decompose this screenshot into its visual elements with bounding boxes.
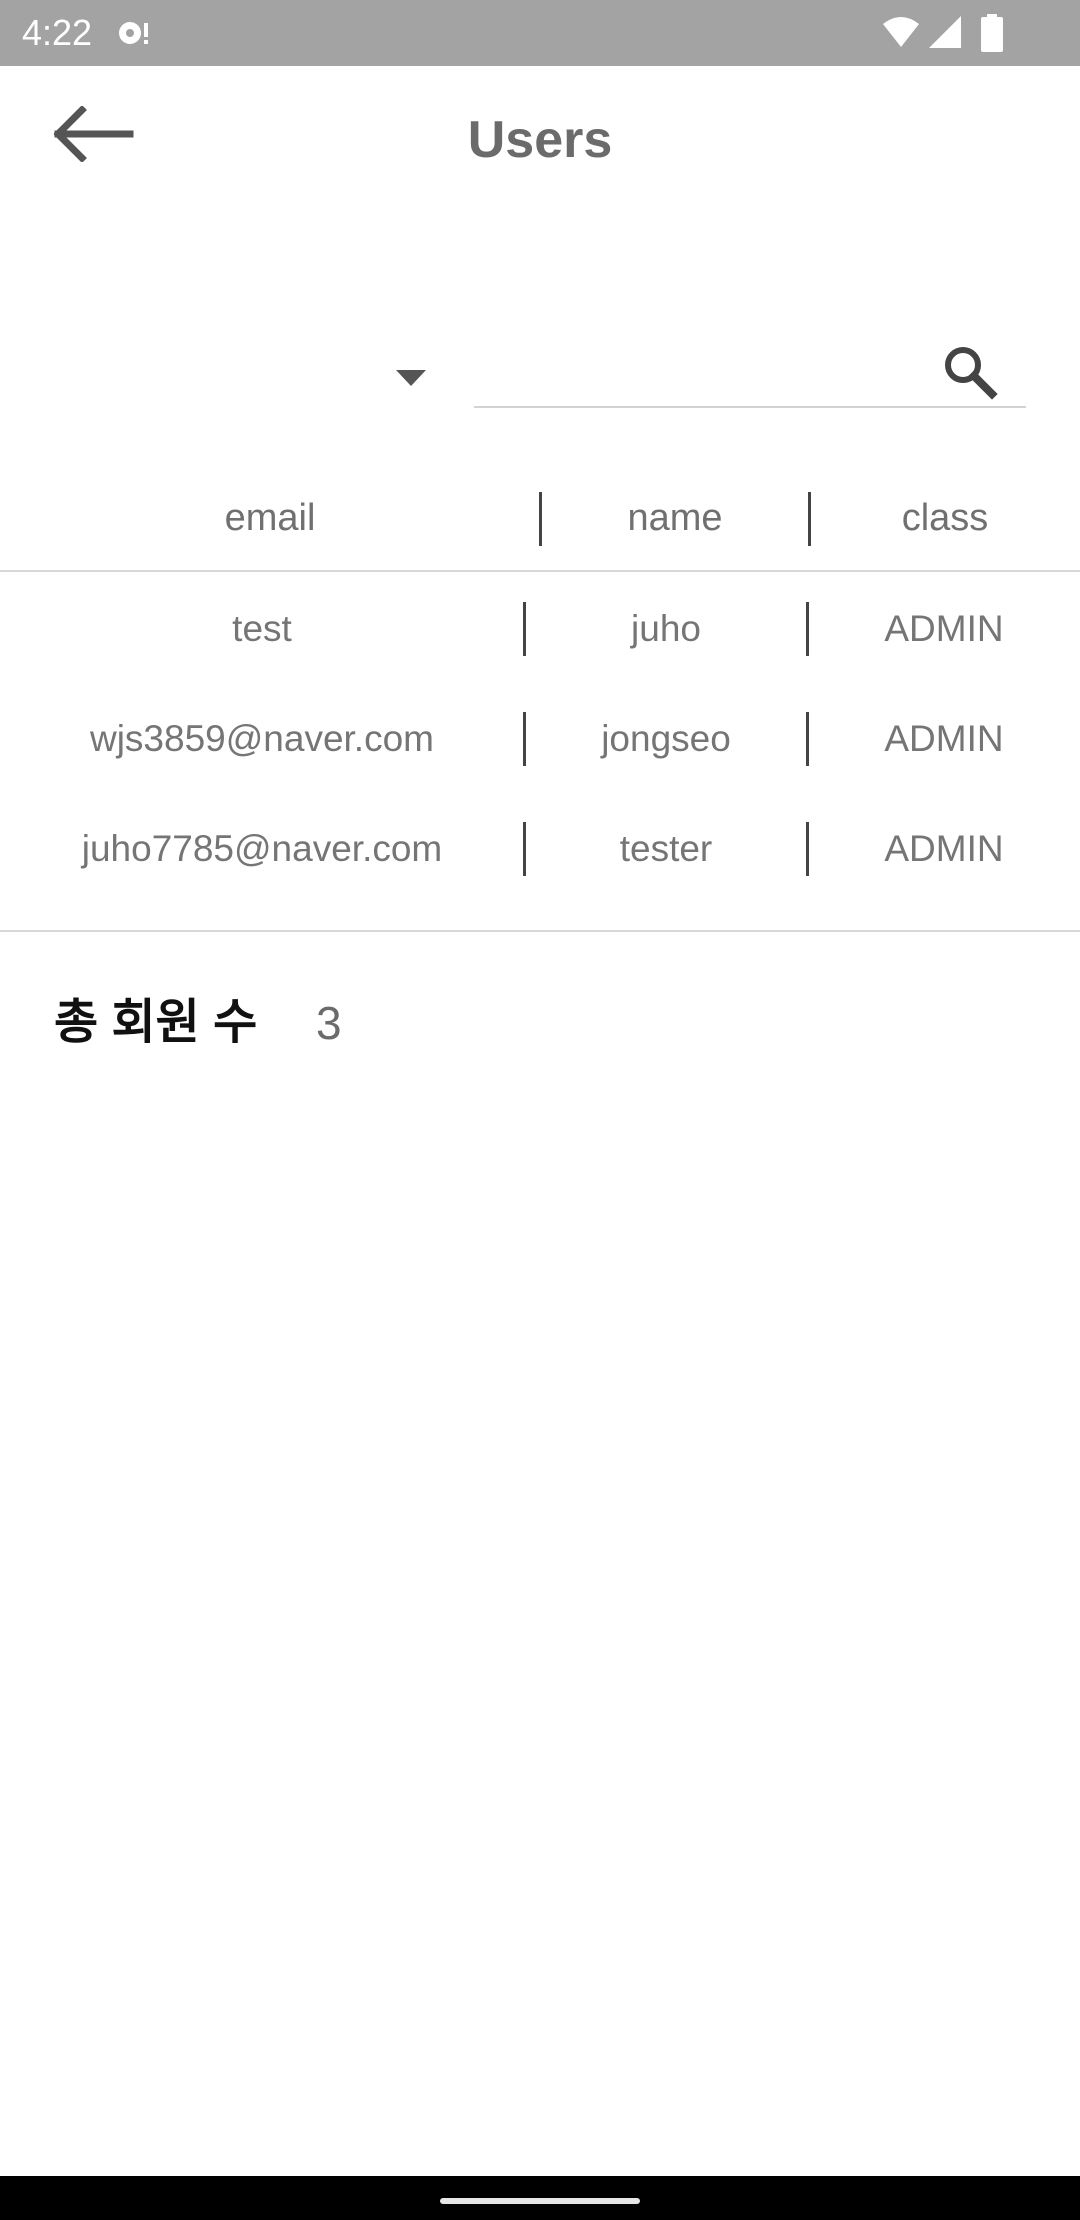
- page-title: Users: [467, 111, 613, 169]
- cell-name: juho: [631, 608, 701, 649]
- member-count-value: 3: [316, 997, 342, 1049]
- cell-name: tester: [619, 828, 713, 869]
- table-header: email name class: [0, 478, 1080, 572]
- navigation-bar: [0, 2176, 1080, 2220]
- user-table: test juho ADMIN wjs3859@naver.com jongse…: [0, 574, 1080, 932]
- status-bar: 4:22: [0, 0, 1080, 66]
- search-icon[interactable]: [942, 344, 998, 400]
- wifi-icon: [883, 17, 919, 47]
- users-screen: 4:22 Users email name class test juho AD…: [0, 0, 1080, 2220]
- status-time: 4:22: [22, 12, 93, 53]
- cell-class: ADMIN: [884, 608, 1004, 649]
- cell-email: test: [232, 608, 292, 649]
- search-input[interactable]: [474, 330, 934, 404]
- home-indicator[interactable]: [440, 2198, 640, 2204]
- battery-icon: [981, 14, 1003, 52]
- column-header-email[interactable]: email: [0, 478, 540, 558]
- search-field[interactable]: [474, 330, 1026, 408]
- chevron-down-icon: [396, 370, 426, 386]
- cell-email: wjs3859@naver.com: [89, 718, 434, 759]
- sync-icon: [119, 22, 148, 44]
- app-bar: Users: [0, 66, 1080, 208]
- member-count-label: 총 회원 수: [54, 996, 258, 1049]
- cell-email: juho7785@naver.com: [81, 828, 443, 869]
- cell-class: ADMIN: [884, 718, 1004, 759]
- column-header-name[interactable]: name: [540, 478, 810, 558]
- table-row[interactable]: juho7785@naver.com tester ADMIN: [0, 794, 1080, 904]
- cell-class: ADMIN: [884, 828, 1004, 869]
- signal-icon: [929, 16, 961, 48]
- table-row[interactable]: wjs3859@naver.com jongseo ADMIN: [0, 684, 1080, 794]
- column-header-class[interactable]: class: [810, 478, 1080, 558]
- filter-dropdown[interactable]: [30, 320, 440, 430]
- table-row[interactable]: test juho ADMIN: [0, 574, 1080, 684]
- cell-name: jongseo: [601, 718, 731, 759]
